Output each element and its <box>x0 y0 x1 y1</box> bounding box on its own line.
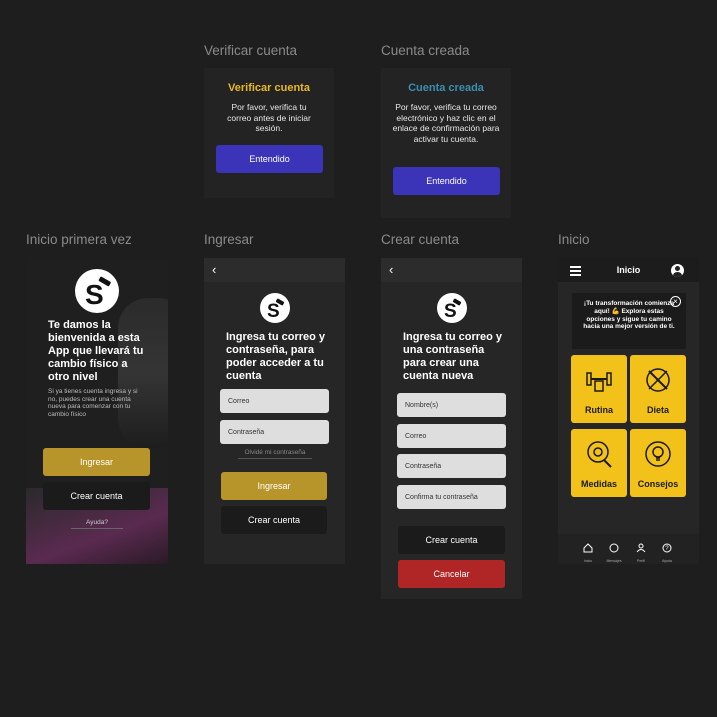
card-dieta[interactable]: Dieta <box>630 355 686 423</box>
password-field[interactable]: Contraseña <box>220 420 329 444</box>
nav-label: Inicio <box>583 559 593 563</box>
svg-text:S: S <box>85 279 104 310</box>
register-screen: ‹ S Ingresa tu correo y una contraseña p… <box>381 258 522 599</box>
svg-text:S: S <box>444 301 457 322</box>
login-heading: Ingresa tu correo y contraseña, para pod… <box>226 331 326 382</box>
verify-ok-button[interactable]: Entendido <box>216 145 323 173</box>
login-topbar <box>204 258 345 282</box>
help-icon: ? <box>662 543 672 553</box>
name-field[interactable]: Nombre(s) <box>397 393 506 417</box>
verify-dialog-body: Por favor, verifica tu correo antes de i… <box>227 102 311 133</box>
verify-dialog-title: Verificar cuenta <box>228 82 310 94</box>
close-icon[interactable]: × <box>670 296 681 307</box>
svg-text:S: S <box>267 301 280 322</box>
card-consejos[interactable]: Consejos <box>630 429 686 497</box>
nav-mensajes[interactable]: Mensajes <box>604 540 624 563</box>
login-create-button[interactable]: Crear cuenta <box>221 506 327 534</box>
welcome-heading: Te damos la bienvenida a esta App que ll… <box>48 319 144 383</box>
back-icon[interactable]: ‹ <box>389 262 393 277</box>
email-field[interactable]: Correo <box>220 389 329 413</box>
help-link[interactable]: Ayuda? <box>71 519 123 529</box>
card-label: Rutina <box>585 405 613 415</box>
frame-label-verificar: Verificar cuenta <box>204 43 298 58</box>
register-create-button[interactable]: Crear cuenta <box>398 526 505 554</box>
welcome-subtext: Si ya tienes cuenta ingresa y si no, pue… <box>48 388 138 418</box>
dumbbell-icon <box>586 372 612 392</box>
nav-label: Perfil <box>637 559 645 563</box>
banner-text: ¡Tu transformación comienza aquí! 💪 Expl… <box>583 300 675 331</box>
diet-plate-icon <box>646 368 670 392</box>
welcome-create-button[interactable]: Crear cuenta <box>43 482 150 510</box>
confirm-password-field[interactable]: Confirma tu contraseña <box>397 485 506 509</box>
app-logo: S <box>437 293 467 323</box>
frame-label-inicio-primera: Inicio primera vez <box>26 232 132 247</box>
welcome-screen: S Te damos la bienvenida a esta App que … <box>26 258 168 564</box>
register-topbar <box>381 258 522 282</box>
chat-icon <box>609 543 619 553</box>
back-icon[interactable]: ‹ <box>212 262 216 277</box>
frame-label-inicio: Inicio <box>558 232 590 247</box>
login-screen: ‹ S Ingresa tu correo y contraseña, para… <box>204 258 345 564</box>
created-ok-button[interactable]: Entendido <box>393 167 500 195</box>
register-cancel-button[interactable]: Cancelar <box>398 560 505 588</box>
tape-measure-icon <box>587 441 612 468</box>
nav-label: Mensajes <box>606 559 622 563</box>
register-heading: Ingresa tu correo y una contraseña para … <box>403 331 503 382</box>
nav-label: Ayuda <box>662 559 672 563</box>
avatar-icon[interactable] <box>671 264 684 277</box>
welcome-banner: ¡Tu transformación comienza aquí! 💪 Expl… <box>572 293 686 349</box>
card-medidas[interactable]: Medidas <box>571 429 627 497</box>
home-icon <box>583 543 593 553</box>
login-button[interactable]: Ingresar <box>221 472 327 500</box>
nav-perfil[interactable]: Perfil <box>631 540 651 563</box>
welcome-login-button[interactable]: Ingresar <box>43 448 150 476</box>
card-label: Medidas <box>580 479 617 489</box>
card-label: Dieta <box>646 405 669 415</box>
created-dialog: Cuenta creada Por favor, verifica tu cor… <box>381 68 511 218</box>
app-logo: S <box>260 293 290 323</box>
lightbulb-icon <box>645 441 671 467</box>
frame-label-cuenta-creada: Cuenta creada <box>381 43 470 58</box>
frame-label-crear: Crear cuenta <box>381 232 460 247</box>
home-screen: Inicio ¡Tu transformación comienza aquí!… <box>558 258 699 564</box>
nav-inicio[interactable]: Inicio <box>578 540 598 563</box>
card-label: Consejos <box>637 479 679 489</box>
forgot-password-link[interactable]: Olvidé mi contraseña <box>238 449 312 459</box>
bottom-nav: Inicio Mensajes Perfil ? Ayuda <box>558 534 699 564</box>
profile-icon <box>636 543 646 553</box>
created-dialog-body: Por favor, verifica tu correo electrónic… <box>392 102 500 144</box>
card-rutina[interactable]: Rutina <box>571 355 627 423</box>
app-logo: S <box>75 269 119 313</box>
password-field[interactable]: Contraseña <box>397 454 506 478</box>
nav-ayuda[interactable]: ? Ayuda <box>657 540 677 563</box>
frame-label-ingresar: Ingresar <box>204 232 254 247</box>
verify-dialog: Verificar cuenta Por favor, verifica tu … <box>204 68 334 198</box>
created-dialog-title: Cuenta creada <box>408 82 484 94</box>
email-field[interactable]: Correo <box>397 424 506 448</box>
